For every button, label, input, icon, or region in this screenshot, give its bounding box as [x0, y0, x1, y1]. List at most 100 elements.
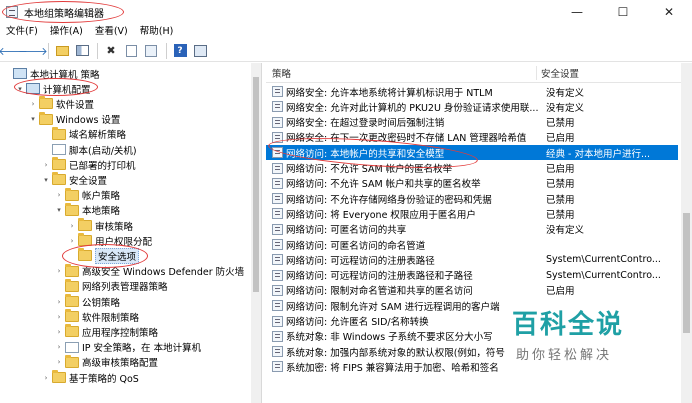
- menu-file[interactable]: 文件(F): [0, 24, 44, 40]
- policy-row[interactable]: 网络访问: 可匿名访问的共享 没有定义: [266, 222, 678, 237]
- folder-icon: [65, 263, 79, 277]
- tree-node-label: IP 安全策略，在 本地计算机: [82, 343, 202, 355]
- expand-chevron-icon[interactable]: ›: [54, 358, 64, 366]
- menu-view[interactable]: 查看(V): [89, 24, 134, 40]
- expand-chevron-icon[interactable]: ›: [54, 313, 64, 321]
- watermark-brand: 百科全说: [512, 310, 625, 340]
- expand-chevron-icon[interactable]: ›: [28, 100, 38, 108]
- expand-chevron-icon[interactable]: ›: [67, 222, 77, 230]
- expand-chevron-icon[interactable]: ›: [67, 237, 77, 245]
- expand-chevron-icon[interactable]: ›: [54, 267, 64, 275]
- view-icon[interactable]: [191, 42, 209, 60]
- policy-row[interactable]: 网络安全: 允许本地系统将计算机标识用于 NTLM 没有定义: [266, 84, 678, 99]
- watermark-slogan: 助你轻松解决: [516, 348, 613, 363]
- policy-setting: 已启用: [546, 286, 575, 298]
- tree-node[interactable]: 脚本(启动/关机): [41, 142, 137, 157]
- policy-row[interactable]: 网络访问: 将 Everyone 权限应用于匿名用户 已禁用: [266, 206, 678, 221]
- policy-row[interactable]: 网络安全: 在超过登录时间后强制注销 已禁用: [266, 115, 678, 130]
- document-icon: [65, 341, 79, 353]
- close-button[interactable]: ✕: [646, 0, 692, 24]
- computer-icon: [13, 68, 27, 79]
- policy-row[interactable]: 网络安全: 允许对此计算机的 PKU2U 身份验证请求使用联... 没有定义: [266, 99, 678, 114]
- up-folder-icon[interactable]: [53, 42, 71, 60]
- properties-icon[interactable]: [122, 42, 140, 60]
- tree-node-label: 应用程序控制策略: [82, 327, 159, 339]
- policy-name: 网络安全: 在超过登录时间后强制注销: [286, 118, 445, 130]
- setting-column-header[interactable]: 安全设置: [536, 65, 579, 80]
- delete-icon[interactable]: ✖: [102, 42, 120, 60]
- help-icon[interactable]: ?: [171, 42, 189, 60]
- policy-icon: [272, 269, 283, 281]
- tree-node-label: 审核策略: [95, 221, 134, 233]
- tree-node-label: 本地策略: [82, 206, 121, 218]
- expand-chevron-icon[interactable]: ›: [41, 161, 51, 169]
- policy-row[interactable]: 网络访问: 可远程访问的注册表路径 System\CurrentContro...: [266, 252, 678, 267]
- tree-node[interactable]: › 应用程序控制策略: [54, 324, 158, 339]
- minimize-button[interactable]: —: [554, 0, 600, 24]
- policy-icon: [272, 300, 283, 312]
- tree-node[interactable]: › 软件限制策略: [54, 309, 139, 324]
- details-scrollbar[interactable]: [681, 63, 692, 403]
- policy-icon: [272, 116, 283, 128]
- policy-name: 网络安全: 允许本地系统将计算机标识用于 NTLM: [286, 87, 493, 99]
- tree-node-label: 帐户策略: [82, 191, 121, 203]
- folder-icon: [65, 309, 79, 323]
- policy-row[interactable]: 网络访问: 可远程访问的注册表路径和子路径 System\CurrentContr…: [266, 268, 678, 283]
- export-list-icon[interactable]: [142, 42, 160, 60]
- tree-node-label: 脚本(启动/关机): [69, 145, 137, 157]
- tree-node[interactable]: › 帐户策略: [54, 187, 121, 203]
- collapse-chevron-icon[interactable]: ▾: [41, 176, 51, 184]
- folder-icon: [65, 324, 79, 338]
- policy-icon: [272, 86, 283, 97]
- tree-node[interactable]: › 高级审核策略配置: [54, 354, 158, 370]
- policy-name: 网络访问: 将 Everyone 权限应用于匿名用户: [286, 209, 476, 221]
- policy-column-header[interactable]: 策略: [266, 66, 536, 80]
- tree-node[interactable]: ▾ 本地策略: [54, 202, 121, 218]
- tree-node[interactable]: › 已部署的打印机: [41, 157, 136, 172]
- policy-name: 网络访问: 可匿名访问的共享: [286, 225, 407, 237]
- policy-name: 网络访问: 可远程访问的注册表路径和子路径: [286, 271, 473, 283]
- tree-node[interactable]: ▾ 安全设置: [41, 172, 107, 187]
- tree-scrollbar[interactable]: [251, 63, 261, 403]
- policy-setting: 已禁用: [546, 118, 575, 130]
- tree-node-label: 域名解析策略: [69, 130, 127, 142]
- policy-icon: [272, 315, 283, 327]
- expand-chevron-icon[interactable]: ›: [54, 343, 64, 351]
- expand-chevron-icon[interactable]: ›: [54, 328, 64, 336]
- tree-node[interactable]: 网络列表管理器策略: [54, 278, 168, 294]
- tree-node-label: 软件限制策略: [82, 312, 140, 324]
- tree-node[interactable]: › 公钥策略: [54, 294, 120, 309]
- details-scrollbar-thumb[interactable]: [683, 213, 690, 333]
- policy-icon: [272, 208, 283, 220]
- collapse-chevron-icon[interactable]: ▾: [54, 206, 64, 214]
- policy-name: 系统加密: 将 FIPS 兼容算法用于加密、哈希和签名: [286, 362, 499, 374]
- tree-node[interactable]: › 软件设置: [28, 96, 94, 111]
- tree-node[interactable]: › IP 安全策略，在 本地计算机: [54, 340, 201, 355]
- tree-node[interactable]: › 基于策略的 QoS: [41, 370, 139, 385]
- maximize-button[interactable]: ☐: [600, 0, 646, 24]
- expand-chevron-icon[interactable]: ›: [41, 374, 51, 382]
- show-hide-tree-icon[interactable]: [73, 42, 91, 60]
- policy-row[interactable]: 网络访问: 不允许 SAM 帐户和共享的匿名枚举 已禁用: [266, 176, 678, 191]
- tree-node[interactable]: ▾ Windows 设置: [28, 111, 121, 127]
- tree-node-label: Windows 设置: [56, 115, 121, 127]
- tree-node[interactable]: 域名解析策略: [41, 126, 127, 142]
- policy-row[interactable]: 网络访问: 不允许存储网络身份验证的密码和凭据 已禁用: [266, 191, 678, 206]
- policy-icon: [272, 330, 283, 342]
- column-header: 策略 安全设置: [266, 63, 692, 83]
- expand-chevron-icon[interactable]: ›: [54, 298, 64, 306]
- policy-row[interactable]: 网络访问: 可匿名访问的命名管道: [266, 237, 678, 252]
- menu-help[interactable]: 帮助(H): [134, 24, 180, 40]
- forward-arrow-icon[interactable]: 🡒: [18, 42, 48, 60]
- policy-icon: [272, 239, 283, 250]
- tree-node[interactable]: › 审核策略: [67, 218, 133, 233]
- folder-icon: [65, 202, 79, 216]
- collapse-chevron-icon[interactable]: ▾: [28, 115, 38, 123]
- policy-name: 网络安全: 允许对此计算机的 PKU2U 身份验证请求使用联...: [286, 102, 539, 114]
- expand-chevron-icon[interactable]: ›: [54, 191, 64, 199]
- policy-name: 系统对象: 非 Windows 子系统不要求区分大小写: [286, 332, 493, 344]
- tree-scrollbar-thumb[interactable]: [253, 77, 259, 292]
- menu-action[interactable]: 操作(A): [44, 24, 89, 40]
- policy-setting: System\CurrentContro...: [546, 254, 661, 266]
- policy-row[interactable]: 网络访问: 限制对命名管道和共享的匿名访问 已启用: [266, 283, 678, 298]
